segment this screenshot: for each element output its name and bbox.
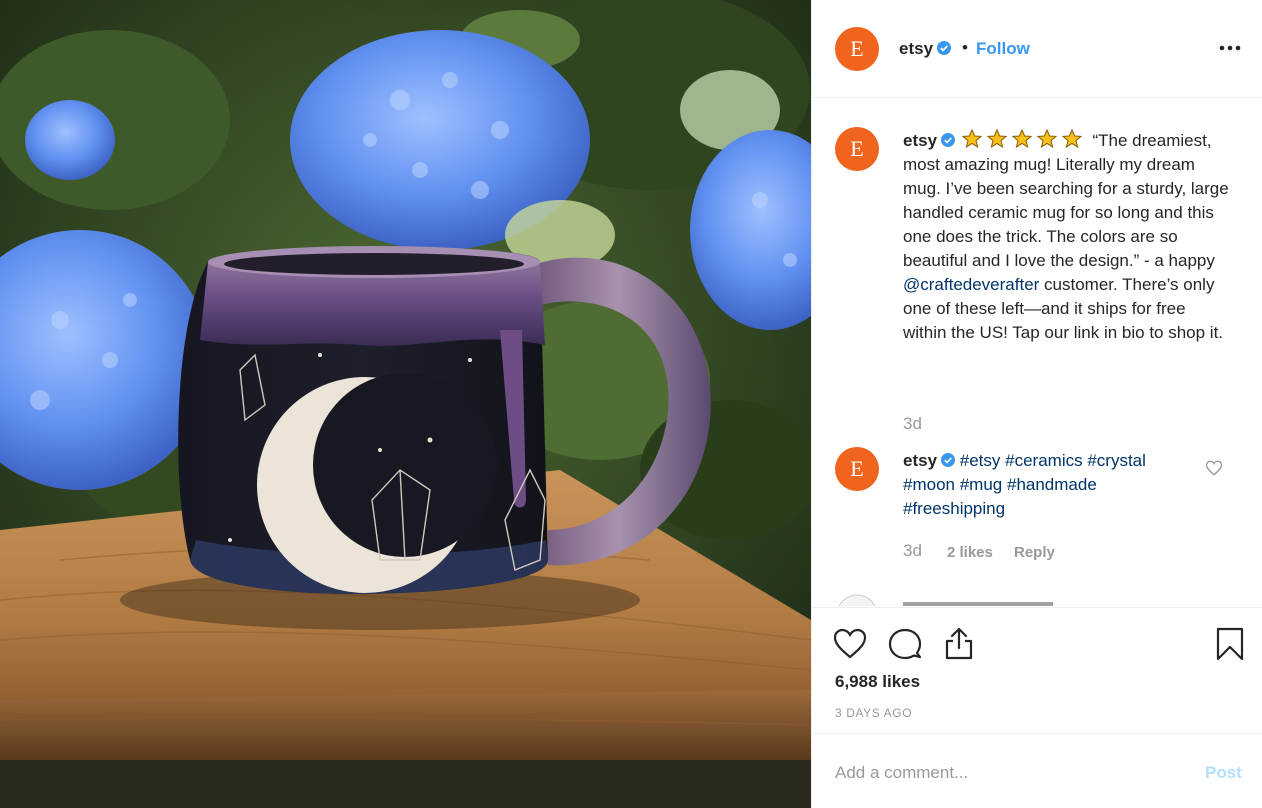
share-icon[interactable]	[941, 626, 977, 662]
separator-dot: •	[962, 38, 968, 57]
hashtag-link[interactable]: #etsy	[960, 451, 1001, 470]
post-detail-panel: E etsy • Follow E etsy “The dreamiest, m…	[811, 0, 1262, 808]
header-username[interactable]: etsy	[899, 39, 952, 59]
username-label[interactable]: etsy	[899, 39, 933, 58]
verified-badge-icon	[937, 41, 952, 55]
comment-text: etsy #etsy #ceramics #crystal #moon #mug…	[903, 449, 1193, 521]
comment-like-heart-icon[interactable]	[1205, 459, 1223, 477]
hashtag-link[interactable]: #handmade	[1007, 475, 1097, 494]
likes-count[interactable]: 6,988 likes	[835, 672, 920, 692]
comment-username[interactable]: etsy	[903, 451, 937, 470]
post-date[interactable]: 3 DAYS AGO	[835, 706, 912, 720]
five-stars-icon	[961, 129, 1083, 149]
hashtag-link[interactable]: #mug	[960, 475, 1003, 494]
partial-comment-text	[903, 602, 1053, 606]
comment-icon[interactable]	[887, 626, 923, 662]
heart-icon[interactable]	[832, 626, 868, 662]
verified-badge-icon	[941, 133, 956, 147]
hashtag-link[interactable]: #ceramics	[1005, 451, 1082, 470]
caption-body-1: “The dreamiest, most amazing mug! Litera…	[903, 131, 1229, 270]
mention-link[interactable]: @craftedeverafter	[903, 275, 1039, 294]
bookmark-icon[interactable]	[1212, 626, 1248, 662]
post-header: E etsy • Follow	[812, 0, 1262, 98]
caption-text: etsy “The dreamiest, most amazing mug! L…	[903, 129, 1233, 345]
caption-username[interactable]: etsy	[903, 131, 937, 150]
hashtag-link[interactable]: #crystal	[1087, 451, 1146, 470]
hashtag-link[interactable]: #moon	[903, 475, 955, 494]
partial-avatar	[838, 594, 876, 606]
comments-list[interactable]: E etsy “The dreamiest, most amazing mug!…	[812, 99, 1262, 606]
hashtag-link[interactable]: #freeshipping	[903, 499, 1005, 518]
comment-input[interactable]	[835, 760, 1175, 786]
verified-badge-icon	[941, 453, 956, 467]
avatar[interactable]: E	[835, 447, 879, 491]
caption-timestamp[interactable]: 3d	[903, 414, 922, 434]
action-bar: 6,988 likes 3 DAYS AGO	[812, 607, 1262, 733]
avatar[interactable]: E	[835, 127, 879, 171]
add-comment-bar: Post	[812, 733, 1262, 808]
more-horizontal-icon[interactable]	[1216, 36, 1244, 60]
comment-timestamp[interactable]: 3d	[903, 541, 922, 561]
reply-button[interactable]: Reply	[1014, 544, 1055, 561]
avatar[interactable]: E	[835, 27, 879, 71]
comment-likes-count[interactable]: 2 likes	[947, 544, 993, 561]
post-photo[interactable]	[0, 0, 811, 808]
follow-button[interactable]: Follow	[976, 39, 1030, 59]
mug-photo	[0, 0, 811, 808]
post-button[interactable]: Post	[1205, 763, 1242, 783]
